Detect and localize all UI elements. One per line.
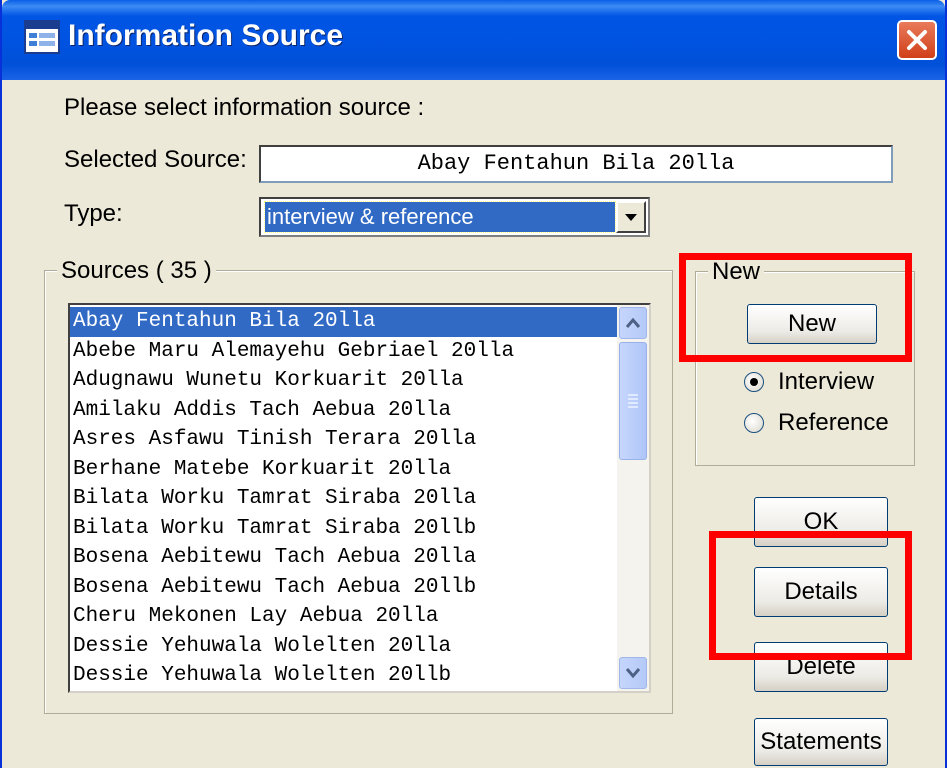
list-item[interactable]: Berhane Matebe Korkuarit 20lla (70, 455, 617, 485)
list-item[interactable]: Bosena Aebitewu Tach Aebua 20llb (70, 573, 617, 603)
sources-listbox[interactable]: Abay Fentahun Bila 20lla Abebe Maru Alema… (68, 303, 651, 693)
type-selected-value: interview & reference (264, 201, 616, 233)
selected-source-field[interactable]: Abay Fentahun Bila 20lla (259, 145, 893, 183)
sources-list: Abay Fentahun Bila 20lla Abebe Maru Alema… (70, 307, 617, 691)
grip-icon (628, 394, 638, 408)
sources-group-label: Sources ( 35 ) (57, 258, 216, 284)
selected-source-label: Selected Source: (64, 146, 247, 173)
vertical-scrollbar[interactable] (617, 305, 649, 691)
close-icon (907, 30, 927, 50)
list-item[interactable]: Abebe Maru Alemayehu Gebriael 20lla (70, 337, 617, 367)
statements-button[interactable]: Statements (754, 718, 888, 766)
details-button[interactable]: Details (754, 567, 888, 617)
scroll-up-button[interactable] (619, 307, 647, 339)
list-item[interactable]: Dessie Yehuwala Wolelten 20llb (70, 661, 617, 691)
list-item[interactable]: Asres Asfawu Tinish Terara 20lla (70, 425, 617, 455)
chevron-down-icon (625, 214, 637, 221)
list-item[interactable]: Abay Fentahun Bila 20lla (70, 307, 617, 337)
chevron-down-icon (625, 668, 641, 679)
radio-interview-indicator[interactable] (744, 372, 764, 392)
title-bar[interactable]: Information Source (2, 0, 945, 80)
window-title: Information Source (68, 19, 344, 52)
close-button[interactable] (897, 20, 937, 60)
radio-interview[interactable]: Interview (744, 368, 874, 396)
scroll-thumb[interactable] (619, 342, 647, 460)
radio-reference[interactable]: Reference (744, 409, 889, 437)
prompt-label: Please select information source : (64, 94, 425, 121)
delete-button[interactable]: Delete (754, 642, 888, 692)
radio-interview-label: Interview (778, 368, 875, 395)
new-group-label: New (708, 259, 765, 285)
type-label: Type: (64, 200, 123, 227)
information-source-dialog: Information Source Please select informa… (0, 0, 947, 768)
chevron-up-icon (625, 317, 641, 328)
type-dropdown[interactable]: interview & reference (259, 197, 650, 237)
new-button[interactable]: New (747, 304, 877, 344)
list-item[interactable]: Dessie Yehuwala Wolelten 20lla (70, 632, 617, 662)
radio-reference-indicator[interactable] (744, 413, 764, 433)
dropdown-button[interactable] (616, 201, 646, 233)
list-item[interactable]: Amilaku Addis Tach Aebua 20lla (70, 396, 617, 426)
list-item[interactable]: Bosena Aebitewu Tach Aebua 20lla (70, 543, 617, 573)
ok-button[interactable]: OK (754, 497, 888, 547)
scroll-down-button[interactable] (619, 657, 647, 689)
list-item[interactable]: Bilata Worku Tamrat Siraba 20llb (70, 514, 617, 544)
list-item[interactable]: Cheru Mekonen Lay Aebua 20lla (70, 602, 617, 632)
app-window-icon (24, 20, 60, 54)
list-item[interactable]: Adugnawu Wunetu Korkuarit 20lla (70, 366, 617, 396)
list-item[interactable]: Bilata Worku Tamrat Siraba 20lla (70, 484, 617, 514)
radio-reference-label: Reference (778, 409, 889, 436)
